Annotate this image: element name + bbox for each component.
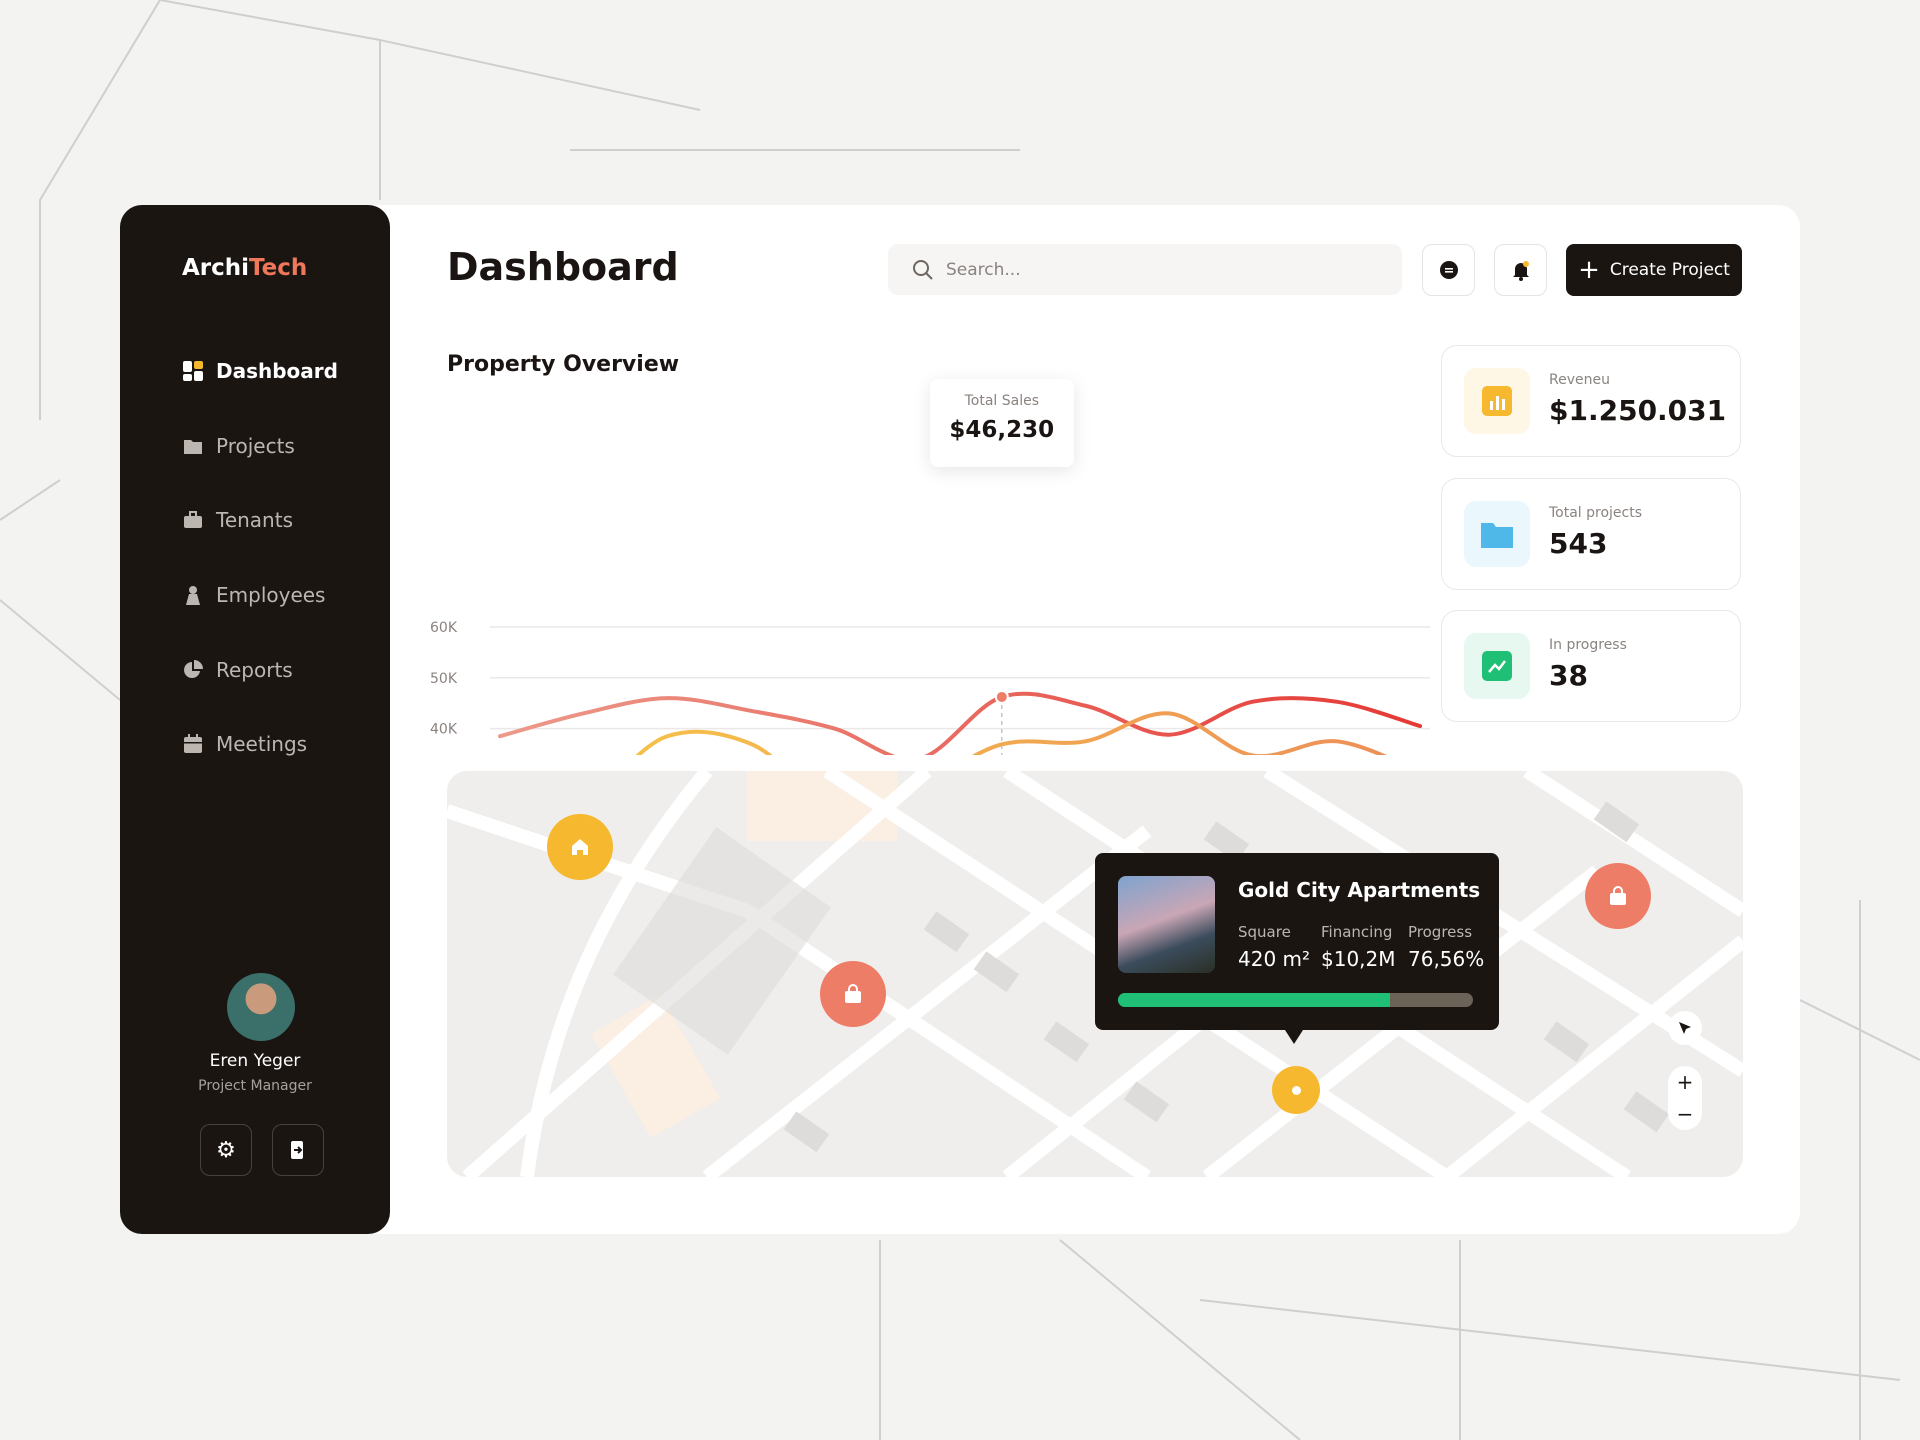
zoom-in-button[interactable]: + <box>1668 1066 1702 1098</box>
page-title: Dashboard <box>447 245 679 289</box>
progress-fill <box>1118 993 1390 1007</box>
user-role: Project Manager <box>198 1078 312 1094</box>
tooltip-label: Total Sales <box>964 393 1040 409</box>
stat-card-total-projects: Total projects 543 <box>1441 478 1741 590</box>
calendar-icon <box>184 734 202 753</box>
property-title: Gold City Apartments <box>1238 878 1481 902</box>
notifications-button[interactable] <box>1494 244 1547 296</box>
messages-button[interactable] <box>1422 244 1475 296</box>
progress-value: 76,56% <box>1408 947 1485 971</box>
bar-chart-icon <box>1464 368 1530 434</box>
folder-icon <box>1464 501 1530 567</box>
property-popup: Gold City Apartments Square 420 m² Finan… <box>1095 853 1499 1044</box>
shop-map-pin[interactable] <box>1585 863 1651 929</box>
stat-card-revenue: Reveneu $1.250.031 <box>1441 345 1741 457</box>
sidebar-item-employees[interactable]: Employees <box>182 583 325 607</box>
sidebar-item-label: Dashboard <box>216 359 338 383</box>
briefcase-icon <box>184 511 202 528</box>
home-map-pin[interactable] <box>547 814 613 880</box>
sidebar-item-reports[interactable]: Reports <box>182 658 293 682</box>
y-tick-label: 60K <box>430 620 458 636</box>
sidebar-item-label: Meetings <box>216 732 308 756</box>
property-image <box>1118 876 1215 973</box>
shopping-bag-icon <box>845 984 861 1003</box>
stat-value: 543 <box>1549 527 1608 560</box>
grid-icon <box>183 361 203 381</box>
chat-icon <box>1439 261 1458 279</box>
sidebar-item-meetings[interactable]: Meetings <box>182 732 307 756</box>
popup-pointer <box>1285 1030 1303 1044</box>
person-icon <box>186 586 200 605</box>
cursor-arrow-icon <box>1679 1022 1691 1034</box>
stat-label: Total projects <box>1549 505 1643 521</box>
progress-bar <box>1118 993 1473 1007</box>
sidebar-item-projects[interactable]: Projects <box>182 434 295 458</box>
stat-label: In progress <box>1549 637 1627 653</box>
stat-label: Reveneu <box>1549 372 1610 388</box>
create-project-button[interactable]: + Create Project <box>1566 244 1742 296</box>
shopping-bag-icon <box>1610 886 1626 905</box>
avatar[interactable] <box>227 973 295 1041</box>
search-placeholder: Search... <box>946 259 1021 280</box>
financing-label: Financing <box>1321 923 1393 941</box>
y-tick-label: 40K <box>430 722 458 738</box>
search-input[interactable]: Search... <box>888 244 1402 295</box>
square-label: Square <box>1238 923 1291 941</box>
series-line <box>635 711 1387 755</box>
sidebar-item-tenants[interactable]: Tenants <box>182 508 293 532</box>
trend-up-icon <box>1464 633 1530 699</box>
locate-button[interactable] <box>1668 1011 1702 1045</box>
main-panel: Dashboard Search... + Create Project Prop… <box>370 205 1800 1234</box>
logo: ArchiTech <box>182 255 308 281</box>
map[interactable]: Gold City Apartments Square 420 m² Finan… <box>447 771 1743 1177</box>
selected-map-pin[interactable] <box>1272 1066 1320 1114</box>
shop-map-pin[interactable] <box>820 961 886 1027</box>
sidebar-item-label: Reports <box>216 658 293 682</box>
sidebar-item-label: Tenants <box>216 508 293 532</box>
zoom-controls: + − <box>1668 1066 1702 1130</box>
search-icon <box>913 259 933 280</box>
create-project-label: Create Project <box>1609 260 1730 280</box>
logout-button[interactable] <box>272 1124 324 1176</box>
square-value: 420 m² <box>1238 947 1311 971</box>
user-name: Eren Yeger <box>209 1051 301 1071</box>
folder-icon <box>184 440 202 454</box>
financing-value: $10,2M <box>1321 947 1396 971</box>
highlighted-point <box>994 689 1009 704</box>
stat-value: $1.250.031 <box>1549 394 1727 427</box>
plus-icon: + <box>1578 255 1600 285</box>
sidebar-item-label: Projects <box>216 434 295 458</box>
stat-card-in-progress: In progress 38 <box>1441 610 1741 722</box>
logout-icon <box>291 1141 303 1159</box>
chart-tooltip: Total Sales $46,230 <box>929 379 1074 467</box>
sidebar-item-label: Employees <box>216 583 326 607</box>
tooltip-value: $46,230 <box>949 417 1055 443</box>
sidebar-item-dashboard[interactable]: Dashboard <box>182 359 338 383</box>
progress-label: Progress <box>1408 923 1473 941</box>
bell-icon <box>1512 261 1529 281</box>
zoom-out-button[interactable]: − <box>1668 1098 1702 1130</box>
gear-icon: ⚙ <box>216 1137 236 1163</box>
sidebar: ArchiTech Dashboard Projects Tenants Emp… <box>120 205 390 1234</box>
home-icon <box>572 839 588 855</box>
settings-button[interactable]: ⚙ <box>200 1124 252 1176</box>
stat-value: 38 <box>1549 659 1588 692</box>
y-tick-label: 50K <box>430 671 458 687</box>
series-line <box>498 691 1422 755</box>
pie-chart-icon <box>184 660 203 678</box>
